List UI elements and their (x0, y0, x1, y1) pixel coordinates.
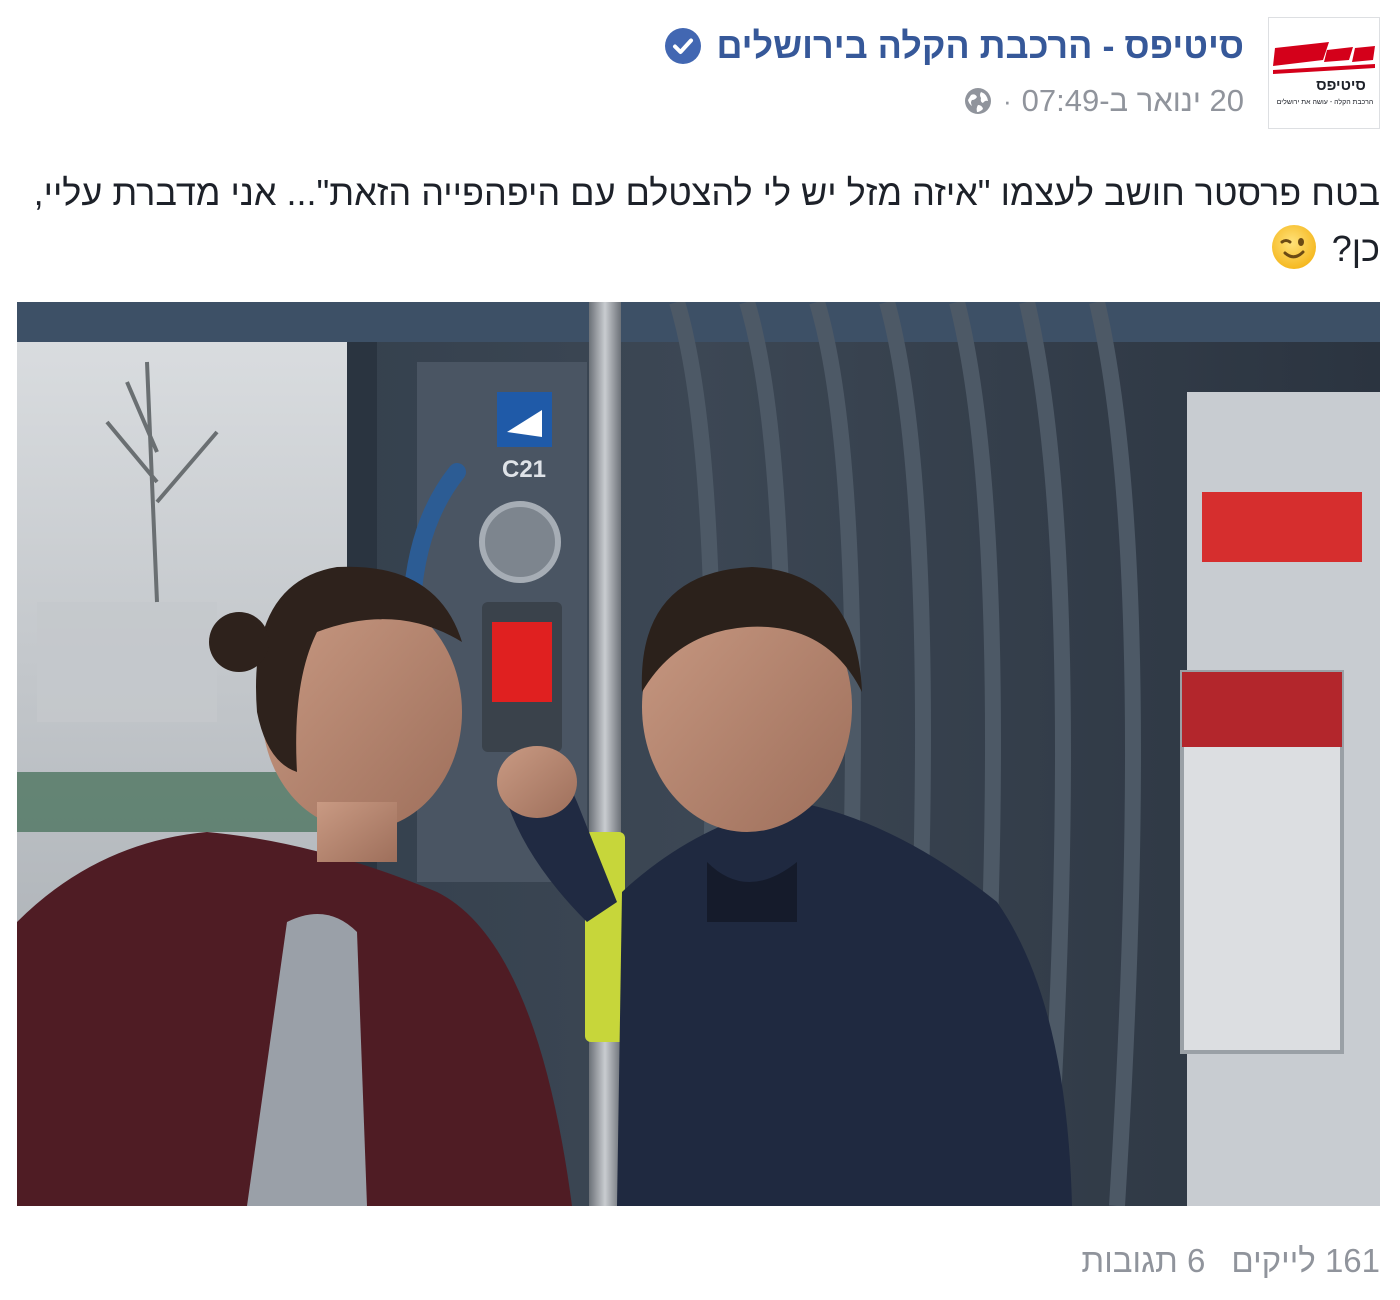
citypass-logo: סיטיפס הרכבת הקלה - עושה את ירושלים (1269, 18, 1379, 128)
avatar-name-text: סיטיפס (1316, 77, 1366, 94)
meta-separator: · (1002, 85, 1012, 116)
page-name-link[interactable]: סיטיפס - הרכבת הקלה בירושלים (716, 25, 1244, 67)
wink-emoji-icon (1270, 223, 1318, 271)
post-photo[interactable]: C21 (17, 302, 1380, 1206)
page-name-row: סיטיפס - הרכבת הקלה בירושלים (664, 25, 1244, 67)
post-footer: 161 לייקים 6 תגובות (1081, 1242, 1380, 1280)
post-message-text: בטח פרסטר חושב לעצמו "איזה מזל יש לי להצ… (33, 172, 1380, 269)
likes-count[interactable]: 161 לייקים (1231, 1242, 1380, 1280)
post-meta: 20 ינואר ב-07:49 · (963, 83, 1244, 119)
page-avatar[interactable]: סיטיפס הרכבת הקלה - עושה את ירושלים (1268, 17, 1380, 129)
post-message: בטח פרסטר חושב לעצמו "איזה מזל יש לי להצ… (20, 165, 1380, 277)
post-header: סיטיפס הרכבת הקלה - עושה את ירושלים סיטי… (20, 17, 1380, 132)
avatar-subtext: הרכבת הקלה - עושה את ירושלים (1277, 98, 1374, 106)
comments-count[interactable]: 6 תגובות (1081, 1242, 1205, 1280)
tram-interior-photo: C21 (17, 302, 1380, 1206)
verified-check-icon[interactable] (664, 27, 702, 65)
facebook-post: סיטיפס הרכבת הקלה - עושה את ירושלים סיטי… (0, 0, 1400, 1300)
door-sign-text: C21 (502, 456, 546, 483)
post-timestamp[interactable]: 20 ינואר ב-07:49 (1022, 83, 1244, 119)
globe-icon[interactable] (963, 86, 993, 116)
